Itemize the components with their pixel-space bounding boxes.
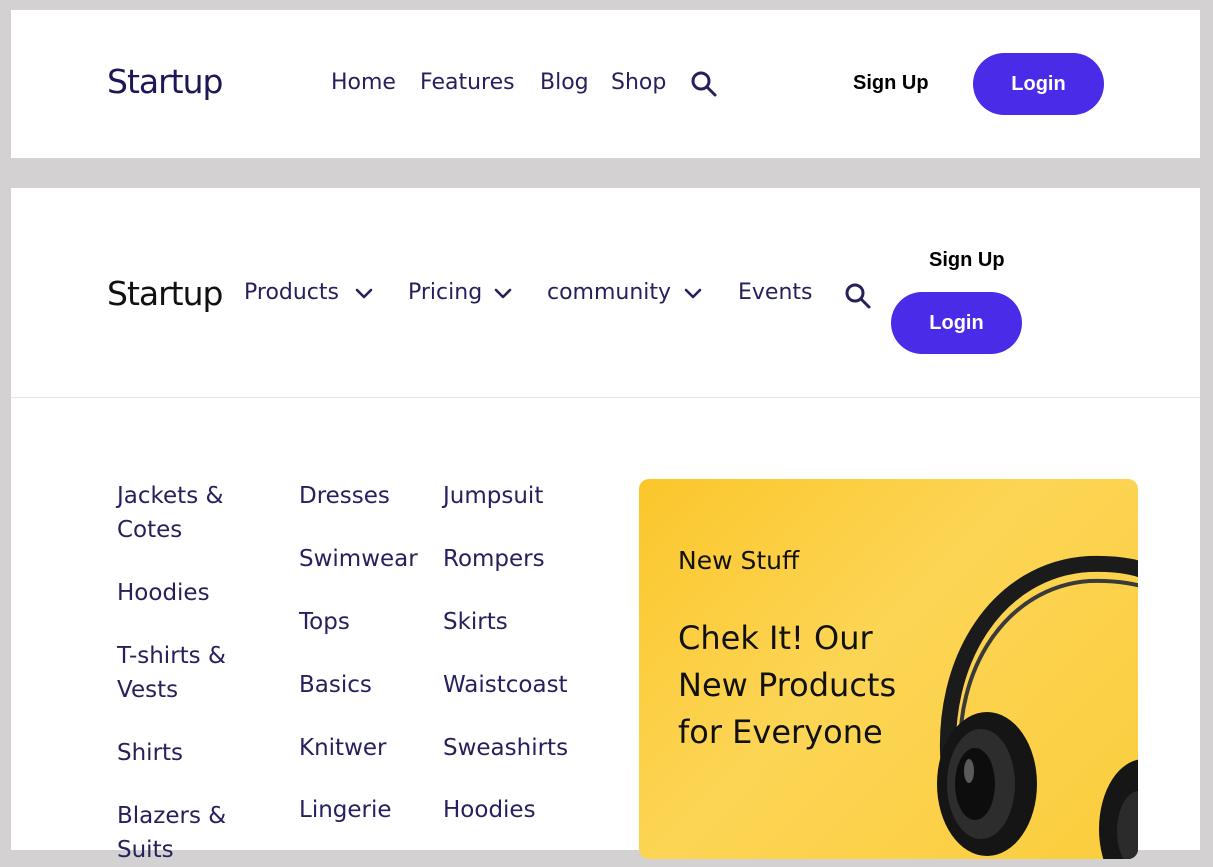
chevron-down-icon[interactable] — [683, 286, 703, 305]
category-link[interactable]: Jackets & Cotes — [117, 479, 267, 547]
nav-products[interactable]: Products — [244, 280, 339, 305]
chevron-down-icon[interactable] — [354, 286, 374, 305]
nav-blog[interactable]: Blog — [540, 70, 589, 95]
category-link[interactable]: Tops — [299, 605, 350, 639]
signup-link[interactable]: Sign Up — [929, 249, 1005, 272]
headphones-icon — [909, 539, 1138, 859]
nav-home[interactable]: Home — [331, 70, 396, 95]
nav-features[interactable]: Features — [420, 70, 515, 95]
login-button[interactable]: Login — [973, 53, 1104, 115]
category-link[interactable]: Knitwer — [299, 731, 387, 765]
category-link[interactable]: Jumpsuit — [443, 479, 543, 513]
category-link[interactable]: Basics — [299, 668, 372, 702]
category-link[interactable]: T-shirts & Vests — [117, 639, 267, 707]
logo[interactable]: Startup — [107, 62, 223, 101]
logo[interactable]: Startup — [107, 274, 223, 313]
category-link[interactable]: Hoodies — [443, 793, 536, 827]
category-link[interactable]: Sweashirts — [443, 731, 568, 765]
search-icon[interactable] — [844, 282, 872, 310]
category-link[interactable]: Lingerie — [299, 793, 392, 827]
header-simple: Startup Home Features Blog Shop Sign Up … — [11, 10, 1200, 158]
divider — [11, 397, 1200, 398]
category-link[interactable]: Waistcoast — [443, 668, 568, 702]
category-link[interactable]: Hoodies — [117, 576, 267, 610]
promo-eyebrow: New Stuff — [678, 546, 800, 575]
nav-community[interactable]: community — [547, 280, 671, 305]
chevron-down-icon[interactable] — [493, 286, 513, 305]
category-link[interactable]: Swimwear — [299, 542, 418, 576]
category-link[interactable]: Rompers — [443, 542, 545, 576]
category-link[interactable]: Blazers & Suits — [117, 799, 267, 867]
promo-title: Chek It! Our New Products for Everyone — [678, 619, 897, 751]
login-button[interactable]: Login — [891, 292, 1022, 354]
category-link[interactable]: Skirts — [443, 605, 508, 639]
category-link[interactable]: Shirts — [117, 736, 267, 770]
nav-pricing[interactable]: Pricing — [408, 280, 482, 305]
header-megamenu: Startup Products Pricing community Event… — [11, 188, 1200, 863]
nav-shop[interactable]: Shop — [611, 70, 666, 95]
nav-events[interactable]: Events — [738, 280, 813, 305]
category-link[interactable]: Dresses — [299, 479, 390, 513]
signup-link[interactable]: Sign Up — [853, 72, 929, 95]
promo-card[interactable]: New Stuff Chek It! Our New Products for … — [639, 479, 1138, 859]
search-icon[interactable] — [690, 70, 718, 98]
